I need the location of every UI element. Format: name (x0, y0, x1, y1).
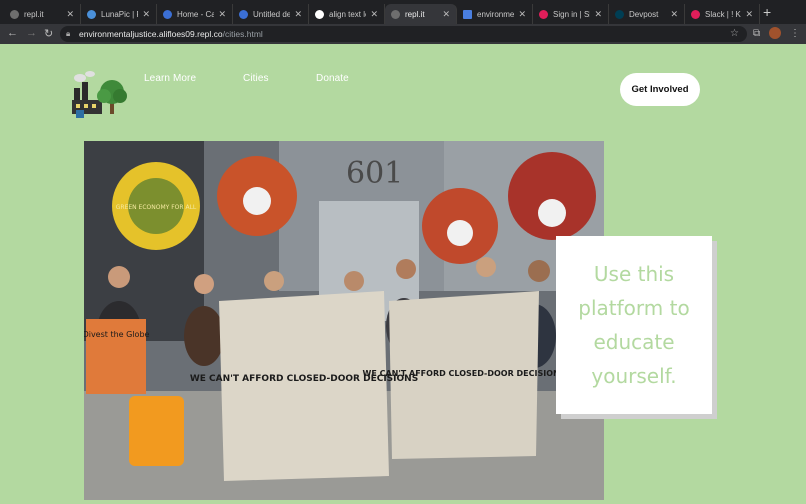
browser-toolbar: ← → ↻ 🔒︎ environmentaljustice.alifloes09… (0, 24, 806, 44)
tab-close-icon[interactable]: ✕ (218, 9, 226, 20)
factory-tree-logo[interactable] (70, 70, 130, 118)
profile-avatar[interactable] (769, 27, 781, 39)
browser-tab[interactable]: environmen✕ (457, 4, 533, 24)
tab-favicon-icon (539, 9, 548, 19)
extensions-puzzle-icon[interactable]: ⧉ (753, 28, 760, 39)
banner-2-text: WE CAN'T AFFORD CLOSED-DOOR DECISIONS (363, 369, 566, 378)
browser-tab[interactable]: Sign in | Sla✕ (533, 4, 609, 24)
browser-tab-active[interactable]: repl.it ✕ (385, 4, 457, 24)
tab-close-icon[interactable]: ✕ (294, 9, 302, 20)
address-bar[interactable]: 🔒︎ environmentaljustice.alifloes09.repl.… (60, 26, 747, 42)
tab-close-icon[interactable]: ✕ (66, 9, 74, 20)
browser-tab[interactable]: Slack | ! Kim✕ (685, 4, 760, 24)
browser-tab[interactable]: align text lef✕ (309, 4, 385, 24)
protest-photo: 601 GREEN ECONOMY FOR ALL Divest the Glo… (84, 141, 604, 500)
reload-icon[interactable]: ↻ (44, 27, 53, 40)
tab-favicon-icon (87, 9, 96, 19)
tab-close-icon[interactable]: ✕ (745, 9, 753, 20)
nav-link-cities[interactable]: Cities (243, 73, 269, 84)
nav-link-donate[interactable]: Donate (316, 73, 349, 84)
tab-favicon-icon (239, 9, 248, 19)
tab-favicon-icon (615, 9, 624, 19)
tab-favicon-icon (163, 9, 172, 19)
new-tab-plus-icon[interactable]: + (763, 4, 771, 20)
tab-close-icon[interactable]: ✕ (442, 9, 450, 20)
browser-tab[interactable]: repl.it ✕ (4, 4, 81, 24)
tab-favicon-icon (391, 9, 400, 19)
divest-sign-text: Divest the Globe (84, 330, 150, 339)
callout-card: Use this platform to educate yourself. (556, 236, 712, 414)
bookmark-star-icon[interactable]: ☆ (730, 26, 739, 42)
tab-favicon-icon (315, 9, 324, 19)
nav-link-learn-more[interactable]: Learn More (144, 73, 196, 84)
lock-icon: 🔒︎ (66, 29, 71, 38)
menu-kebab-icon[interactable]: ⋮ (790, 28, 800, 39)
tab-close-icon[interactable]: ✕ (594, 9, 602, 20)
tab-close-icon[interactable]: ✕ (670, 9, 678, 20)
browser-tab[interactable]: Devpost ✕ (609, 4, 685, 24)
tab-favicon-icon (10, 9, 19, 19)
tab-close-icon[interactable]: ✕ (142, 9, 150, 20)
tab-favicon-icon (463, 9, 472, 19)
sun-sign-text: GREEN ECONOMY FOR ALL (116, 204, 197, 211)
browser-tab-strip: repl.it✕ LunaPic | Fr✕ Home - Can✕ Untit… (0, 0, 806, 24)
callout-text: Use this platform to educate yourself. (578, 262, 690, 388)
browser-tab[interactable]: LunaPic | Fr✕ (81, 4, 157, 24)
back-arrow-icon[interactable]: ← (7, 27, 18, 39)
url-text: environmentaljustice.alifloes09.repl.co/… (79, 29, 263, 39)
web-page: Learn More Cities Donate Get Involved 60… (0, 44, 806, 504)
tab-close-icon[interactable]: ✕ (370, 9, 378, 20)
browser-tab[interactable]: Untitled des✕ (233, 4, 309, 24)
building-number: 601 (346, 156, 403, 191)
forward-arrow-icon[interactable]: → (26, 27, 37, 39)
tab-favicon-icon (691, 9, 700, 19)
tab-close-icon[interactable]: ✕ (518, 9, 526, 20)
browser-tab[interactable]: Home - Can✕ (157, 4, 233, 24)
get-involved-button[interactable]: Get Involved (620, 73, 700, 106)
